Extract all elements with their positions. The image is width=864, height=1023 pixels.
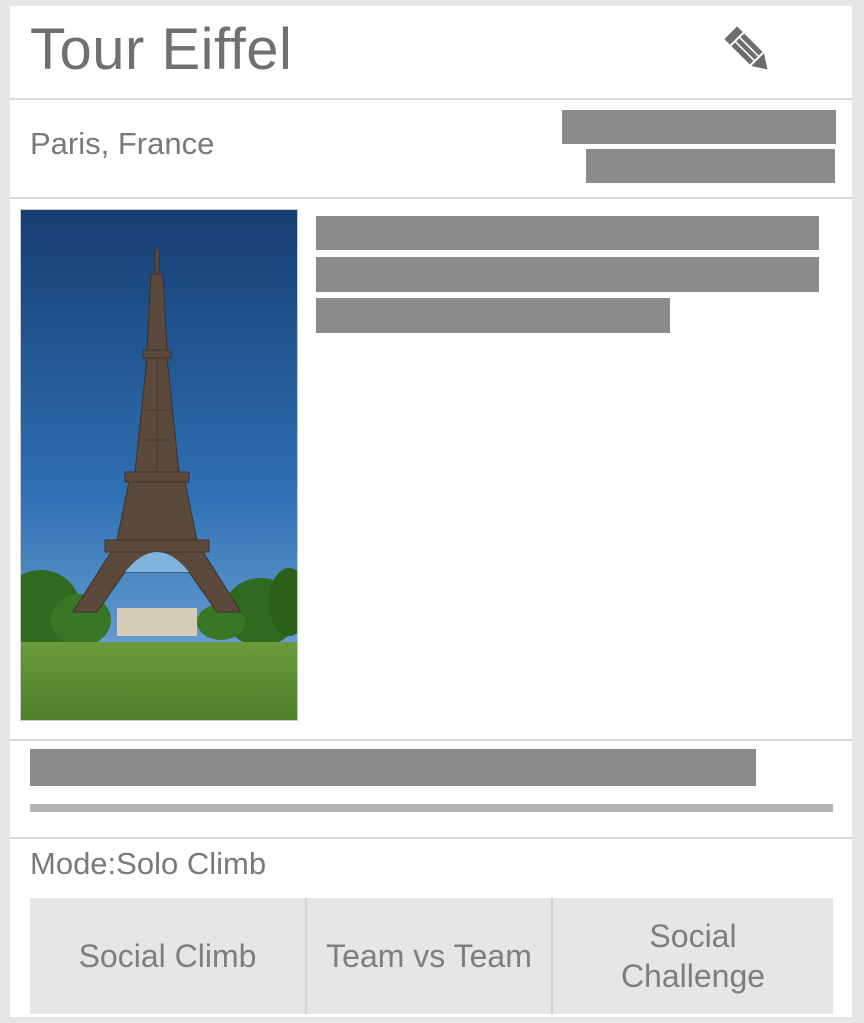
mode-label: Mode:Solo Climb [30, 846, 266, 882]
location-label: Paris, France [30, 126, 215, 161]
mode-button-row: Social Climb Team vs Team Social Challen… [30, 898, 833, 1014]
divider [10, 837, 852, 839]
redacted-block [562, 110, 836, 144]
mode-value: Solo Climb [116, 846, 267, 881]
social-challenge-button[interactable]: Social Challenge [553, 898, 833, 1014]
redacted-block [316, 257, 819, 292]
redacted-block [316, 216, 819, 250]
divider [10, 98, 852, 100]
progress-bar [30, 804, 833, 812]
pencil-icon[interactable] [718, 20, 776, 78]
redacted-block [316, 298, 670, 333]
redacted-block [586, 149, 835, 183]
divider [10, 739, 852, 741]
social-climb-button[interactable]: Social Climb [30, 898, 307, 1014]
redacted-block [30, 749, 756, 786]
divider [10, 197, 852, 199]
card-header: Tour Eiffel [10, 6, 852, 98]
page-title: Tour Eiffel [30, 17, 293, 82]
mode-label-prefix: Mode: [30, 846, 117, 881]
team-vs-team-button[interactable]: Team vs Team [307, 898, 553, 1014]
landmark-photo [20, 209, 298, 721]
challenge-card: Tour Eiffel Paris, France Mode:Solo Clim… [10, 6, 852, 1017]
